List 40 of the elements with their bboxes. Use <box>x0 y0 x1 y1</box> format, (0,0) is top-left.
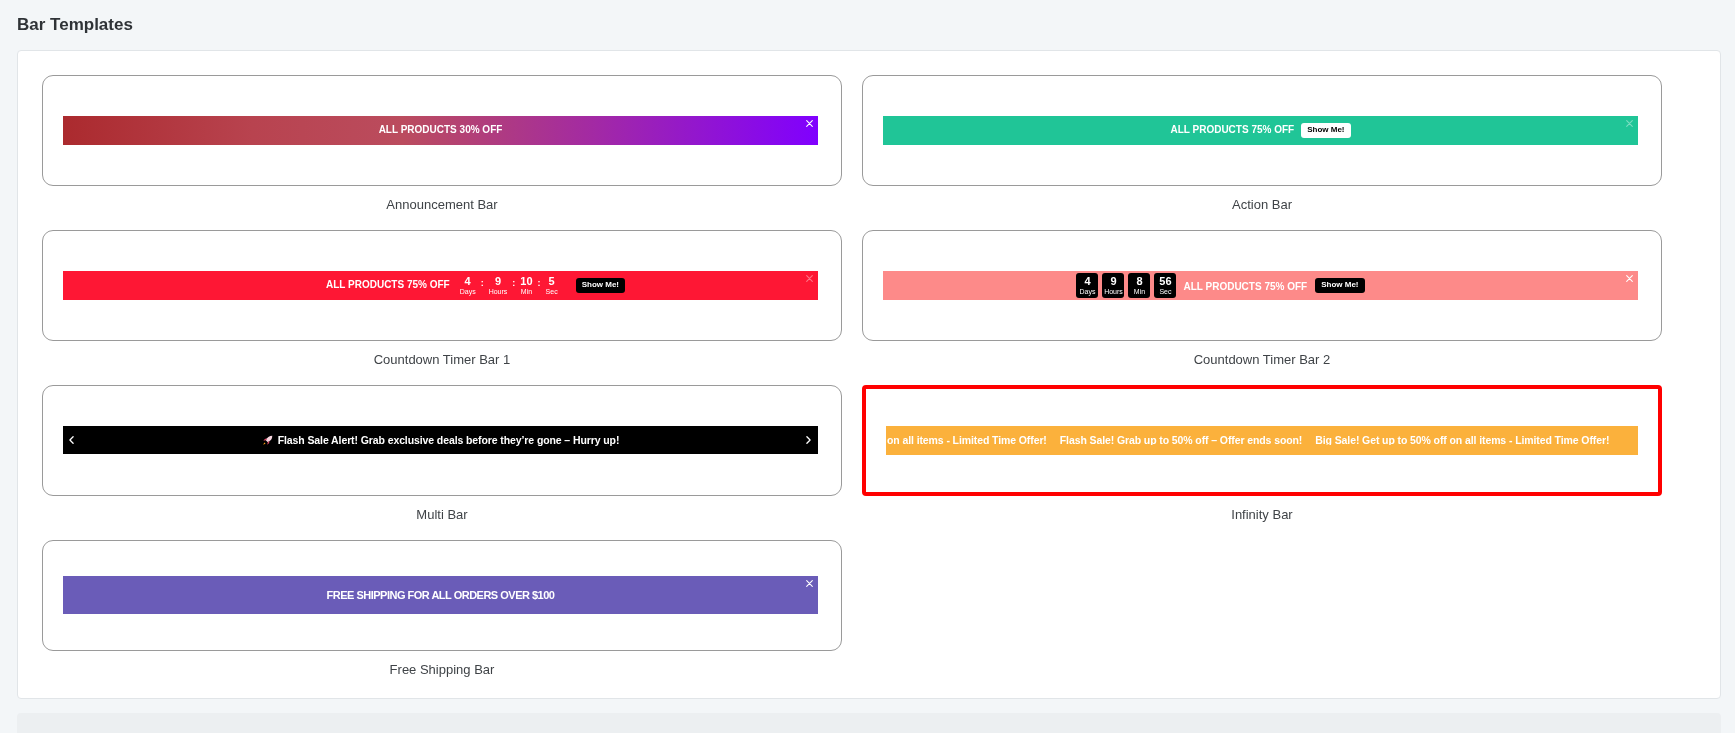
countdown-number: 8 <box>1136 275 1143 287</box>
marquee-text: Big Sale! Get up to 50% off on all items - Limited Time Offer! <box>1315 434 1610 446</box>
marquee-text: on all items - Limited Time Offer! <box>887 434 1047 446</box>
close-icon[interactable] <box>806 119 813 127</box>
banner-text: ALL PRODUCTS 75% OFF <box>1183 281 1308 293</box>
template-card[interactable]: FREE SHIPPING FOR ALL ORDERS OVER $100 <box>42 539 842 651</box>
countdown-number: 10 <box>520 275 533 287</box>
banner-text: ALL PRODUCTS 30% OFF <box>378 125 503 136</box>
chevron-right-icon[interactable] <box>806 436 811 445</box>
countdown-number: 9 <box>494 275 502 287</box>
template-name: Infinity Bar <box>1231 507 1293 521</box>
template-name: Countdown Timer Bar 1 <box>373 352 511 366</box>
countdown-number: 9 <box>1110 275 1117 287</box>
banner-text: FREE SHIPPING FOR ALL ORDERS OVER $100 <box>326 589 555 601</box>
countdown-separator: : <box>480 278 484 288</box>
countdown-number: 56 <box>1159 275 1172 287</box>
countdown-number: 4 <box>1084 275 1091 287</box>
banner-text: ALL PRODUCTS 75% OFF <box>326 280 450 291</box>
template-name: Announcement Bar <box>386 197 498 211</box>
chevron-left-icon[interactable] <box>69 436 74 445</box>
template-card[interactable]: ALL PRODUCTS 75% OFF Show Me! <box>862 74 1662 186</box>
marquee-text: Flash Sale! Grab up to 50% off – Offer ends soon! <box>1059 434 1303 446</box>
template-name: Free Shipping Bar <box>389 662 495 676</box>
show-me-button[interactable]: Show Me! <box>1301 122 1351 138</box>
template-card[interactable]: ALL PRODUCTS 30% OFF <box>42 74 842 186</box>
template-name: Action Bar <box>1232 197 1292 211</box>
rocket-icon <box>261 434 273 446</box>
template-card[interactable]: Flash Sale Alert! Grab exclusive deals before they’re gone – Hurry up! <box>42 384 842 496</box>
template-name: Countdown Timer Bar 2 <box>1193 352 1331 366</box>
countdown-separator: : <box>537 278 541 288</box>
countdown-number: 4 <box>464 275 471 287</box>
banner-text: ALL PRODUCTS 75% OFF <box>1170 125 1295 136</box>
page-title: Bar Templates <box>17 16 133 34</box>
show-me-button[interactable]: Show Me! <box>1315 277 1365 293</box>
countdown-separator: : <box>512 278 516 288</box>
banner-text: Flash Sale Alert! Grab exclusive deals before they’re gone – Hurry up! <box>277 434 620 446</box>
countdown-number: 5 <box>548 275 555 287</box>
show-me-button[interactable]: Show Me! <box>575 277 625 293</box>
template-name: Multi Bar <box>416 507 468 521</box>
close-icon[interactable] <box>806 580 813 588</box>
